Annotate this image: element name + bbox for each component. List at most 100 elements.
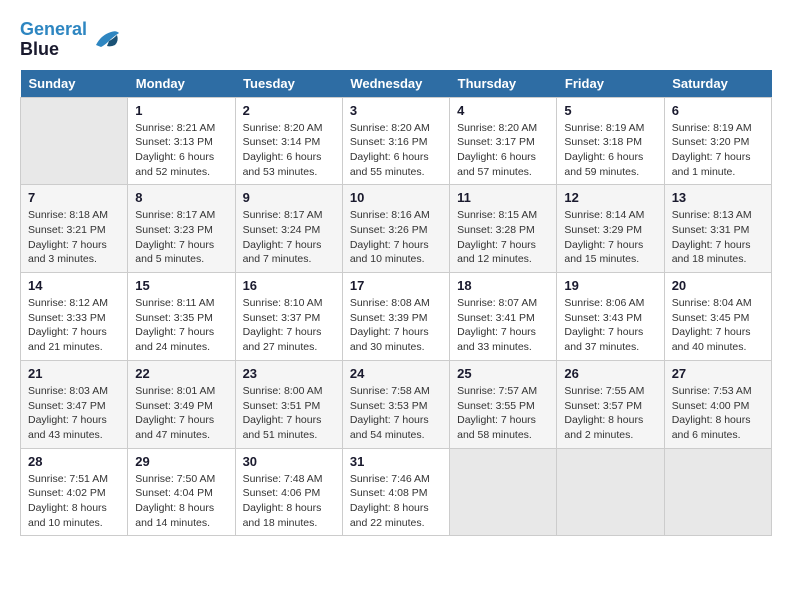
calendar-cell: 4 Sunrise: 8:20 AM Sunset: 3:17 PM Daylig… <box>450 97 557 185</box>
day-info: Sunrise: 7:51 AM Sunset: 4:02 PM Dayligh… <box>28 472 120 531</box>
calendar-cell: 20Sunrise: 8:04 AM Sunset: 3:45 PM Dayli… <box>664 273 771 361</box>
day-number: 3 <box>350 103 442 118</box>
calendar-cell: 15Sunrise: 8:11 AM Sunset: 3:35 PM Dayli… <box>128 273 235 361</box>
day-number: 15 <box>135 278 227 293</box>
day-number: 9 <box>243 190 335 205</box>
calendar-cell: 9 Sunrise: 8:17 AM Sunset: 3:24 PM Daylig… <box>235 185 342 273</box>
day-number: 30 <box>243 454 335 469</box>
day-number: 10 <box>350 190 442 205</box>
day-info: Sunrise: 8:14 AM Sunset: 3:29 PM Dayligh… <box>564 208 656 267</box>
calendar-cell: 6 Sunrise: 8:19 AM Sunset: 3:20 PM Daylig… <box>664 97 771 185</box>
calendar-cell: 19 Sunrise: 8:06 AM Sunset: 3:43 PM Dayli… <box>557 273 664 361</box>
calendar-cell: 22 Sunrise: 8:01 AM Sunset: 3:49 PM Dayli… <box>128 360 235 448</box>
day-info: Sunrise: 8:21 AM Sunset: 3:13 PM Dayligh… <box>135 121 227 180</box>
calendar-cell: 11Sunrise: 8:15 AM Sunset: 3:28 PM Dayli… <box>450 185 557 273</box>
calendar-cell <box>21 97 128 185</box>
day-info: Sunrise: 8:06 AM Sunset: 3:43 PM Dayligh… <box>564 296 656 355</box>
calendar-cell: 7Sunrise: 8:18 AM Sunset: 3:21 PM Daylig… <box>21 185 128 273</box>
day-info: Sunrise: 7:48 AM Sunset: 4:06 PM Dayligh… <box>243 472 335 531</box>
day-number: 4 <box>457 103 549 118</box>
day-number: 6 <box>672 103 764 118</box>
calendar-cell: 18 Sunrise: 8:07 AM Sunset: 3:41 PM Dayli… <box>450 273 557 361</box>
calendar-cell: 3Sunrise: 8:20 AM Sunset: 3:16 PM Daylig… <box>342 97 449 185</box>
calendar-cell: 23Sunrise: 8:00 AM Sunset: 3:51 PM Dayli… <box>235 360 342 448</box>
day-info: Sunrise: 8:10 AM Sunset: 3:37 PM Dayligh… <box>243 296 335 355</box>
calendar-cell: 17 Sunrise: 8:08 AM Sunset: 3:39 PM Dayli… <box>342 273 449 361</box>
day-number: 13 <box>672 190 764 205</box>
day-number: 29 <box>135 454 227 469</box>
calendar-cell <box>450 448 557 536</box>
calendar-cell: 1 Sunrise: 8:21 AM Sunset: 3:13 PM Daylig… <box>128 97 235 185</box>
day-info: Sunrise: 8:20 AM Sunset: 3:14 PM Dayligh… <box>243 121 335 180</box>
logo-bird-icon <box>91 27 121 52</box>
day-info: Sunrise: 8:16 AM Sunset: 3:26 PM Dayligh… <box>350 208 442 267</box>
calendar-cell: 14 Sunrise: 8:12 AM Sunset: 3:33 PM Dayli… <box>21 273 128 361</box>
day-info: Sunrise: 8:01 AM Sunset: 3:49 PM Dayligh… <box>135 384 227 443</box>
day-info: Sunrise: 8:17 AM Sunset: 3:24 PM Dayligh… <box>243 208 335 267</box>
day-number: 8 <box>135 190 227 205</box>
logo-text: GeneralBlue <box>20 20 87 60</box>
calendar-cell: 27 Sunrise: 7:53 AM Sunset: 4:00 PM Dayli… <box>664 360 771 448</box>
day-info: Sunrise: 8:17 AM Sunset: 3:23 PM Dayligh… <box>135 208 227 267</box>
calendar-cell: 2 Sunrise: 8:20 AM Sunset: 3:14 PM Daylig… <box>235 97 342 185</box>
calendar-cell: 25 Sunrise: 7:57 AM Sunset: 3:55 PM Dayli… <box>450 360 557 448</box>
day-info: Sunrise: 8:04 AM Sunset: 3:45 PM Dayligh… <box>672 296 764 355</box>
day-number: 14 <box>28 278 120 293</box>
day-info: Sunrise: 7:58 AM Sunset: 3:53 PM Dayligh… <box>350 384 442 443</box>
col-header-monday: Monday <box>128 70 235 98</box>
day-number: 28 <box>28 454 120 469</box>
day-number: 25 <box>457 366 549 381</box>
day-number: 2 <box>243 103 335 118</box>
calendar-cell: 26Sunrise: 7:55 AM Sunset: 3:57 PM Dayli… <box>557 360 664 448</box>
calendar-cell: 30 Sunrise: 7:48 AM Sunset: 4:06 PM Dayli… <box>235 448 342 536</box>
day-number: 18 <box>457 278 549 293</box>
col-header-saturday: Saturday <box>664 70 771 98</box>
day-info: Sunrise: 8:12 AM Sunset: 3:33 PM Dayligh… <box>28 296 120 355</box>
calendar-cell <box>664 448 771 536</box>
day-info: Sunrise: 8:19 AM Sunset: 3:18 PM Dayligh… <box>564 121 656 180</box>
week-row-3: 14 Sunrise: 8:12 AM Sunset: 3:33 PM Dayli… <box>21 273 772 361</box>
calendar-cell: 24 Sunrise: 7:58 AM Sunset: 3:53 PM Dayli… <box>342 360 449 448</box>
day-info: Sunrise: 7:55 AM Sunset: 3:57 PM Dayligh… <box>564 384 656 443</box>
day-info: Sunrise: 8:03 AM Sunset: 3:47 PM Dayligh… <box>28 384 120 443</box>
day-info: Sunrise: 8:20 AM Sunset: 3:17 PM Dayligh… <box>457 121 549 180</box>
col-header-wednesday: Wednesday <box>342 70 449 98</box>
calendar-cell <box>557 448 664 536</box>
calendar-cell: 10 Sunrise: 8:16 AM Sunset: 3:26 PM Dayli… <box>342 185 449 273</box>
page-header: GeneralBlue <box>20 20 772 60</box>
day-info: Sunrise: 7:53 AM Sunset: 4:00 PM Dayligh… <box>672 384 764 443</box>
calendar-header-row: SundayMondayTuesdayWednesdayThursdayFrid… <box>21 70 772 98</box>
day-number: 19 <box>564 278 656 293</box>
day-info: Sunrise: 7:57 AM Sunset: 3:55 PM Dayligh… <box>457 384 549 443</box>
calendar-cell: 29Sunrise: 7:50 AM Sunset: 4:04 PM Dayli… <box>128 448 235 536</box>
calendar-table: SundayMondayTuesdayWednesdayThursdayFrid… <box>20 70 772 537</box>
col-header-sunday: Sunday <box>21 70 128 98</box>
day-info: Sunrise: 8:19 AM Sunset: 3:20 PM Dayligh… <box>672 121 764 180</box>
col-header-friday: Friday <box>557 70 664 98</box>
calendar-cell: 12 Sunrise: 8:14 AM Sunset: 3:29 PM Dayli… <box>557 185 664 273</box>
calendar-cell: 28 Sunrise: 7:51 AM Sunset: 4:02 PM Dayli… <box>21 448 128 536</box>
day-info: Sunrise: 8:08 AM Sunset: 3:39 PM Dayligh… <box>350 296 442 355</box>
day-info: Sunrise: 8:07 AM Sunset: 3:41 PM Dayligh… <box>457 296 549 355</box>
day-info: Sunrise: 8:18 AM Sunset: 3:21 PM Dayligh… <box>28 208 120 267</box>
week-row-4: 21 Sunrise: 8:03 AM Sunset: 3:47 PM Dayli… <box>21 360 772 448</box>
day-number: 31 <box>350 454 442 469</box>
col-header-tuesday: Tuesday <box>235 70 342 98</box>
week-row-5: 28 Sunrise: 7:51 AM Sunset: 4:02 PM Dayli… <box>21 448 772 536</box>
day-number: 11 <box>457 190 549 205</box>
day-number: 23 <box>243 366 335 381</box>
day-number: 27 <box>672 366 764 381</box>
day-number: 1 <box>135 103 227 118</box>
calendar-cell: 16 Sunrise: 8:10 AM Sunset: 3:37 PM Dayli… <box>235 273 342 361</box>
week-row-2: 7Sunrise: 8:18 AM Sunset: 3:21 PM Daylig… <box>21 185 772 273</box>
calendar-cell: 31Sunrise: 7:46 AM Sunset: 4:08 PM Dayli… <box>342 448 449 536</box>
day-number: 22 <box>135 366 227 381</box>
day-number: 5 <box>564 103 656 118</box>
day-number: 12 <box>564 190 656 205</box>
day-number: 21 <box>28 366 120 381</box>
day-number: 24 <box>350 366 442 381</box>
day-number: 16 <box>243 278 335 293</box>
calendar-cell: 21 Sunrise: 8:03 AM Sunset: 3:47 PM Dayli… <box>21 360 128 448</box>
day-number: 17 <box>350 278 442 293</box>
logo: GeneralBlue <box>20 20 121 60</box>
